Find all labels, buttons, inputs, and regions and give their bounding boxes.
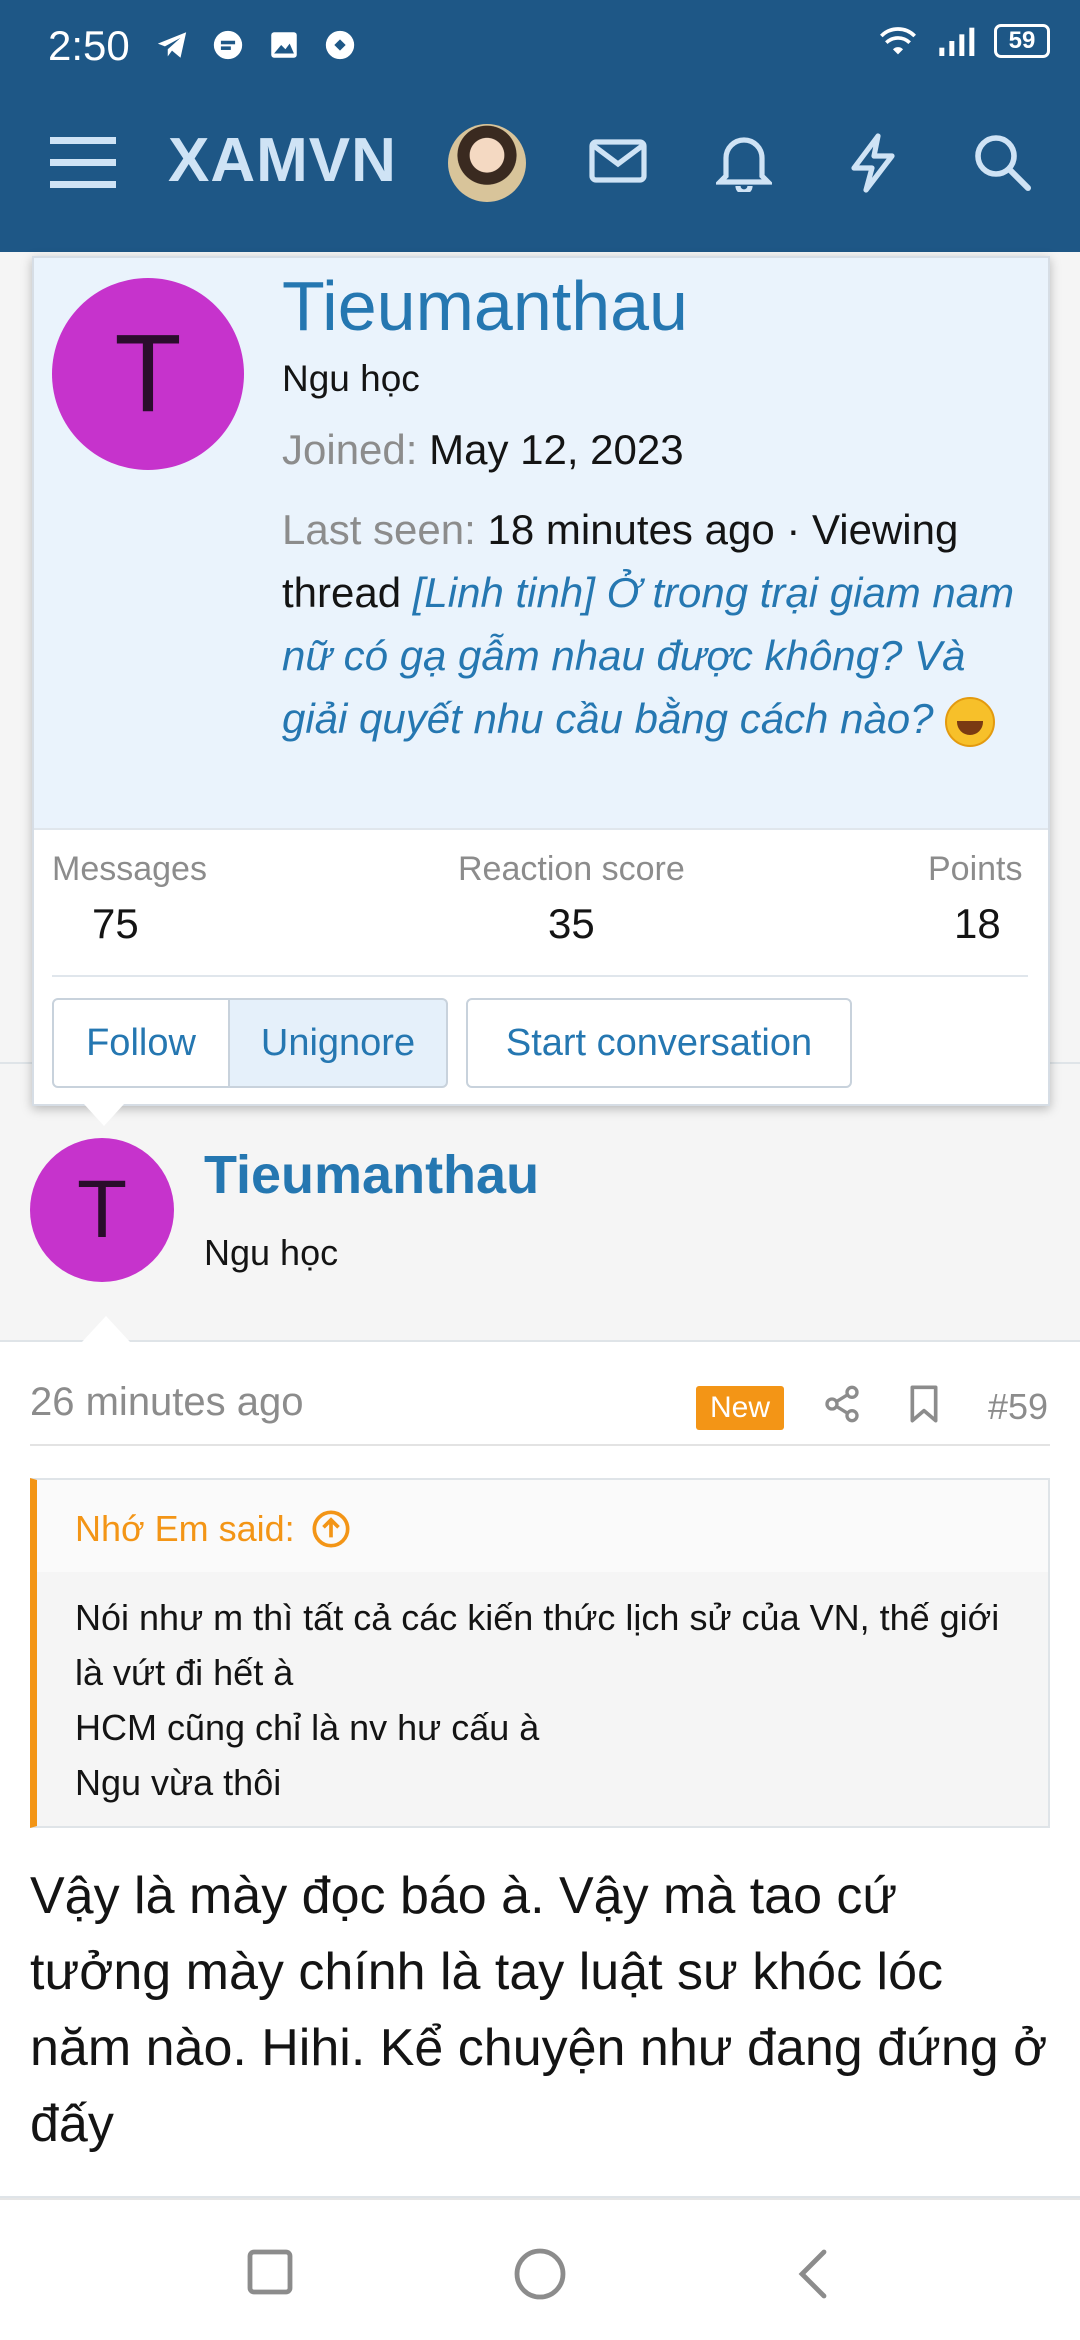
quote-line: HCM cũng chỉ là nv hư cấu à bbox=[75, 1707, 540, 1748]
top-app-bar: 2:50 59 XAMVN bbox=[0, 0, 1080, 252]
quote-text: Nói như m thì tất cả các kiến thức lịch … bbox=[75, 1590, 1035, 1810]
menu-icon[interactable] bbox=[50, 135, 116, 191]
post-time[interactable]: 26 minutes ago bbox=[30, 1380, 304, 1425]
stats-divider bbox=[52, 975, 1028, 977]
status-time: 2:50 bbox=[48, 22, 130, 69]
member-tooltip: T Tieumanthau Ngu học Joined: May 12, 20… bbox=[32, 256, 1050, 1106]
gallery-icon bbox=[271, 32, 297, 58]
share-icon[interactable] bbox=[822, 1384, 862, 1424]
unignore-button[interactable]: Unignore bbox=[230, 998, 448, 1088]
telegram-icon bbox=[157, 32, 187, 58]
new-badge: New bbox=[696, 1386, 784, 1430]
follow-button[interactable]: Follow bbox=[52, 998, 230, 1088]
lightning-icon[interactable] bbox=[848, 132, 898, 194]
chat-bubble-icon bbox=[325, 30, 355, 60]
reaction-score-label: Reaction score bbox=[458, 850, 685, 888]
post-divider bbox=[30, 1444, 1050, 1446]
post-message: Vậy là mày đọc báo à. Vậy mà tao cứ tưởn… bbox=[30, 1867, 1048, 2153]
quote-line: Nói như m thì tất cả các kiến thức lịch … bbox=[75, 1597, 1000, 1693]
recent-apps-icon[interactable] bbox=[244, 2246, 296, 2298]
quote-block: Nhớ Em said: Nói như m thì tất cả các ki… bbox=[30, 1478, 1050, 1828]
points-label: Points bbox=[928, 850, 1023, 888]
system-icons: 59 bbox=[878, 24, 1050, 58]
messages-label: Messages bbox=[52, 850, 207, 888]
member-joined: Joined: May 12, 2023 bbox=[282, 426, 684, 474]
joined-value: May 12, 2023 bbox=[429, 426, 684, 473]
reaction-score-value[interactable]: 35 bbox=[548, 900, 595, 948]
member-last-seen: Last seen: 18 minutes ago · Viewing thre… bbox=[282, 498, 1042, 750]
home-icon[interactable] bbox=[512, 2246, 568, 2302]
member-user-title: Ngu học bbox=[282, 358, 420, 399]
android-nav-bar bbox=[0, 2198, 1080, 2340]
quote-author-link[interactable]: Nhớ Em said: bbox=[75, 1508, 351, 1550]
post-avatar[interactable]: T bbox=[30, 1138, 174, 1282]
joined-label: Joined: bbox=[282, 426, 418, 473]
last-seen-label: Last seen: bbox=[282, 506, 476, 553]
user-avatar[interactable] bbox=[448, 124, 526, 202]
post-arrow bbox=[82, 1316, 130, 1342]
notification-icons bbox=[155, 28, 357, 62]
member-stats: Messages 75 Reaction score 35 Points 18 … bbox=[34, 828, 1048, 1104]
tooltip-arrow bbox=[84, 1104, 124, 1126]
bookmark-icon[interactable] bbox=[906, 1384, 942, 1424]
screen: 2:50 59 XAMVN T Tieumanthau Ngu học 26 m… bbox=[0, 0, 1080, 2340]
mail-icon[interactable] bbox=[588, 132, 648, 190]
member-username[interactable]: Tieumanthau bbox=[282, 266, 688, 346]
messenger-icon bbox=[213, 30, 243, 60]
battery-icon: 59 bbox=[994, 24, 1050, 58]
messages-value[interactable]: 75 bbox=[92, 900, 139, 948]
site-logo[interactable]: XAMVN bbox=[168, 125, 397, 196]
post-user-title: Ngu học bbox=[204, 1232, 339, 1273]
post-number[interactable]: #59 bbox=[988, 1386, 1048, 1428]
quote-line: Ngu vừa thôi bbox=[75, 1762, 282, 1803]
bell-icon[interactable] bbox=[716, 132, 772, 192]
signal-icon bbox=[939, 27, 975, 56]
rofl-emoji-icon bbox=[945, 696, 996, 747]
points-value[interactable]: 18 bbox=[954, 900, 1001, 948]
arrow-up-circle-icon[interactable] bbox=[311, 1509, 351, 1549]
search-icon[interactable] bbox=[972, 132, 1032, 192]
post-username[interactable]: Tieumanthau bbox=[204, 1144, 539, 1206]
wifi-icon bbox=[880, 27, 916, 55]
back-icon[interactable] bbox=[792, 2246, 832, 2302]
quote-header: Nhớ Em said: bbox=[37, 1480, 1048, 1572]
quote-author: Nhớ Em said: bbox=[75, 1508, 295, 1549]
start-conversation-button[interactable]: Start conversation bbox=[466, 998, 852, 1088]
member-avatar[interactable]: T bbox=[52, 278, 244, 470]
